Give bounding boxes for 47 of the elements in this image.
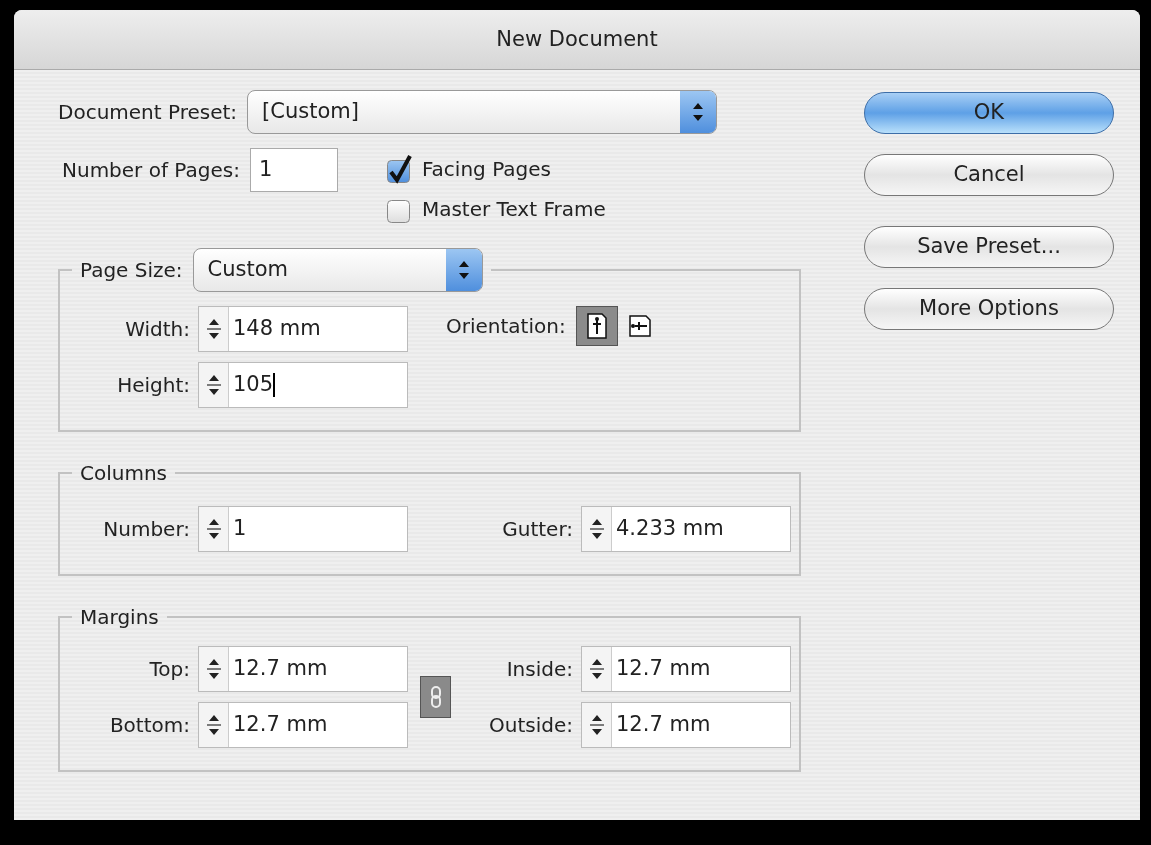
- number-field[interactable]: 4.233 mm: [581, 506, 791, 552]
- pages-field[interactable]: 1: [249, 148, 338, 192]
- group-label: Page Size:: [80, 257, 183, 284]
- stepper-icon[interactable]: [205, 517, 222, 541]
- number-field[interactable]: 12.7 mm: [198, 702, 408, 748]
- field-label: Number of Pages:: [62, 157, 240, 184]
- field-label: Outside:: [488, 712, 573, 739]
- checkbox[interactable]: [385, 154, 414, 184]
- field-label: Height:: [116, 372, 190, 399]
- orientation-portrait-button[interactable]: [575, 306, 618, 346]
- stepper-icon[interactable]: [588, 713, 605, 737]
- number-field[interactable]: 1: [198, 506, 408, 552]
- number-field[interactable]: 12.7 mm: [198, 646, 408, 692]
- stepper-icon[interactable]: [205, 373, 222, 397]
- stepper-arrows-icon: [692, 101, 705, 123]
- link-button[interactable]: [420, 676, 451, 718]
- dialog-button[interactable]: Save Preset...: [864, 226, 1114, 268]
- ok-button[interactable]: OK: [864, 92, 1114, 134]
- field-label: Top:: [148, 656, 190, 683]
- stepper-arrows-icon: [457, 259, 470, 281]
- stepper-icon[interactable]: [588, 517, 605, 541]
- stepper-icon[interactable]: [205, 713, 222, 737]
- field-label: Document Preset:: [58, 99, 238, 126]
- portrait-page-icon: [584, 312, 609, 340]
- number-field[interactable]: 12.7 mm: [581, 702, 791, 748]
- number-field[interactable]: 12.7 mm: [581, 646, 791, 692]
- chain-link-icon: [428, 685, 443, 709]
- window-title: New Document: [496, 25, 658, 53]
- checkbox-label: Master Text Frame: [421, 196, 606, 223]
- stepper-icon[interactable]: [205, 317, 222, 341]
- stepper-icon[interactable]: [205, 657, 222, 681]
- number-field[interactable]: 148 mm: [198, 306, 408, 352]
- group-label: Columns: [80, 461, 167, 485]
- group-label: Margins: [80, 605, 159, 629]
- number-field[interactable]: 105: [198, 362, 408, 408]
- stepper-icon[interactable]: [588, 657, 605, 681]
- field-label: Width:: [124, 316, 190, 343]
- dialog-button[interactable]: Cancel: [864, 154, 1114, 196]
- dropdown[interactable]: [Custom]: [247, 90, 718, 134]
- dialog-button[interactable]: More Options: [864, 288, 1114, 330]
- field-label: Orientation:: [446, 313, 566, 340]
- field-label: Gutter:: [501, 516, 573, 543]
- field-label: Number:: [102, 516, 190, 543]
- field-label: Inside:: [505, 656, 573, 683]
- field-label: Bottom:: [108, 712, 190, 739]
- dropdown[interactable]: Custom: [192, 248, 483, 292]
- checkbox-label: Facing Pages: [421, 156, 551, 183]
